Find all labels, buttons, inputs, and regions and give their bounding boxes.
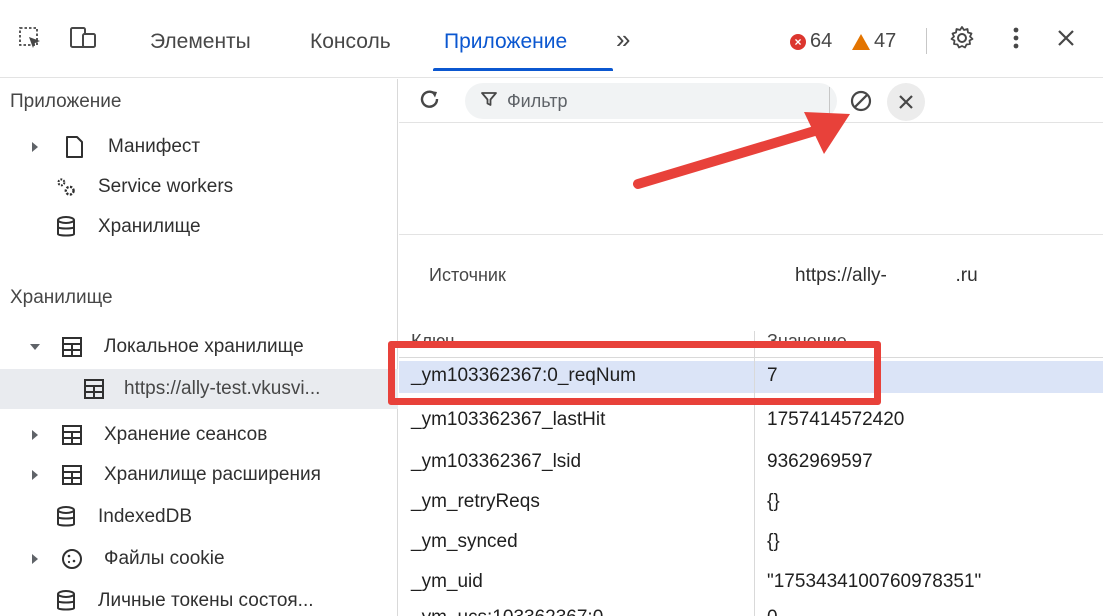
- more-options-icon[interactable]: [1000, 22, 1032, 54]
- sidebar-item-label: https://ally-test.vkusvi...: [124, 378, 321, 399]
- delete-selected-button[interactable]: [887, 83, 925, 121]
- expand-arrow-icon[interactable]: [30, 469, 40, 481]
- application-sidebar: Приложение Манифест Service workers Хран…: [0, 79, 398, 616]
- sidebar-item-local-storage-origin[interactable]: https://ally-test.vkusvi...: [0, 369, 398, 409]
- sidebar-item-label: Service workers: [98, 176, 234, 197]
- database-icon: [54, 215, 78, 239]
- filter-funnel-icon: [481, 91, 497, 112]
- inspect-element-icon[interactable]: [14, 22, 46, 54]
- expand-arrow-icon[interactable]: [30, 141, 40, 153]
- row-value: {}: [767, 491, 780, 512]
- warnings-count: 47: [874, 30, 897, 52]
- sidebar-item-label: Локальное хранилище: [104, 336, 304, 357]
- row-value: 0: [767, 607, 778, 616]
- sidebar-item-cookies[interactable]: Файлы cookie: [0, 539, 398, 579]
- document-icon: [62, 135, 86, 159]
- table-grid-icon: [60, 423, 84, 447]
- row-key: _ym103362367_lsid: [411, 451, 582, 472]
- column-header-value[interactable]: Значение: [767, 331, 847, 359]
- expand-arrow-icon[interactable]: [30, 429, 40, 441]
- tab-console[interactable]: Консоль: [310, 30, 391, 54]
- table-grid-icon: [60, 463, 84, 487]
- settings-gear-icon[interactable]: [946, 22, 978, 54]
- devtools-toolbar: Элементы Консоль Приложение » × 64 47: [0, 0, 1103, 78]
- database-icon: [54, 505, 78, 529]
- table-row[interactable]: _ym103362367_lastHit 1757414572420: [399, 405, 1103, 437]
- row-key: _ym_synced: [411, 531, 518, 552]
- sidebar-item-private-state-tokens[interactable]: Личные токены состоя...: [0, 581, 398, 616]
- sidebar-item-label: Хранилище: [98, 216, 201, 237]
- warning-icon: [852, 33, 870, 50]
- errors-badge[interactable]: × 64: [790, 30, 832, 53]
- expand-arrow-icon[interactable]: [30, 553, 40, 565]
- table-row[interactable]: _ym103362367:0_reqNum 7: [399, 361, 1103, 393]
- refresh-icon[interactable]: [415, 85, 445, 115]
- header-divider: [399, 357, 1103, 358]
- tab-application[interactable]: Приложение: [444, 30, 567, 54]
- sidebar-item-indexeddb[interactable]: IndexedDB: [0, 497, 398, 537]
- sidebar-item-label: Личные токены состоя...: [98, 590, 314, 611]
- sidebar-item-service-workers[interactable]: Service workers: [0, 167, 398, 207]
- sidebar-item-label: Хранилище расширения: [104, 464, 321, 485]
- sidebar-item-label: Файлы cookie: [104, 548, 225, 569]
- table-row[interactable]: _ym_uid "1753434100760978351": [399, 567, 1103, 599]
- sidebar-item-label: Манифест: [108, 136, 201, 157]
- close-icon: [899, 95, 913, 109]
- collapse-arrow-icon[interactable]: [30, 341, 40, 353]
- error-icon: ×: [790, 33, 806, 50]
- filter-divider: [829, 87, 830, 115]
- filter-input[interactable]: [507, 90, 807, 112]
- sidebar-item-local-storage[interactable]: Локальное хранилище: [0, 327, 398, 367]
- column-divider: [754, 331, 755, 616]
- sidebar-item-extension-storage[interactable]: Хранилище расширения: [0, 455, 398, 495]
- active-tab-indicator: [433, 68, 613, 71]
- table-row[interactable]: _ym_synced {}: [399, 527, 1103, 559]
- local-storage-table: Ключ Значение _ym103362367:0_reqNum 7 _y…: [399, 331, 1103, 616]
- sidebar-section-application: Приложение: [10, 91, 122, 112]
- close-devtools-icon[interactable]: [1050, 22, 1082, 54]
- sidebar-section-storage: Хранилище: [10, 287, 113, 308]
- gears-icon: [54, 175, 78, 199]
- row-key: _ym103362367:0_reqNum: [411, 365, 636, 386]
- row-key: _ym_ucs:103362367:0: [411, 607, 603, 616]
- row-key: _ym_uid: [411, 571, 483, 592]
- more-tabs-button[interactable]: »: [616, 24, 630, 55]
- sidebar-item-storage[interactable]: Хранилище: [0, 207, 398, 247]
- tab-elements[interactable]: Элементы: [150, 30, 251, 54]
- toolbar-divider: [926, 28, 927, 54]
- row-value: 9362969597: [767, 451, 873, 472]
- row-value: "1753434100760978351": [767, 571, 982, 592]
- device-toolbar-icon[interactable]: [68, 22, 100, 54]
- storage-filter-bar: [399, 79, 1103, 123]
- sidebar-item-manifest[interactable]: Манифест: [0, 127, 398, 167]
- row-value: {}: [767, 531, 780, 552]
- column-header-key[interactable]: Ключ: [411, 331, 454, 359]
- sidebar-item-label: Хранение сеансов: [104, 424, 268, 445]
- row-value: 1757414572420: [767, 409, 905, 430]
- origin-value: https://ally- .ru: [795, 265, 978, 286]
- origin-info: Источник https://ally- .ru: [399, 234, 1103, 330]
- origin-label: Источник: [429, 265, 506, 285]
- clear-all-icon[interactable]: [845, 85, 877, 117]
- table-row[interactable]: _ym103362367_lsid 9362969597: [399, 447, 1103, 479]
- database-icon: [54, 589, 78, 613]
- row-value: 7: [767, 365, 778, 386]
- sidebar-item-session-storage[interactable]: Хранение сеансов: [0, 415, 398, 455]
- row-key: _ym_retryReqs: [411, 491, 540, 512]
- row-key: _ym103362367_lastHit: [411, 409, 606, 430]
- warnings-badge[interactable]: 47: [852, 30, 896, 53]
- table-row[interactable]: _ym_ucs:103362367:0 0: [399, 603, 1103, 616]
- table-grid-icon: [60, 335, 84, 359]
- table-row[interactable]: _ym_retryReqs {}: [399, 487, 1103, 519]
- filter-box[interactable]: [465, 83, 837, 119]
- errors-count: 64: [810, 30, 833, 52]
- table-grid-icon: [82, 377, 106, 401]
- cookie-icon: [60, 547, 84, 571]
- sidebar-item-label: IndexedDB: [98, 506, 193, 527]
